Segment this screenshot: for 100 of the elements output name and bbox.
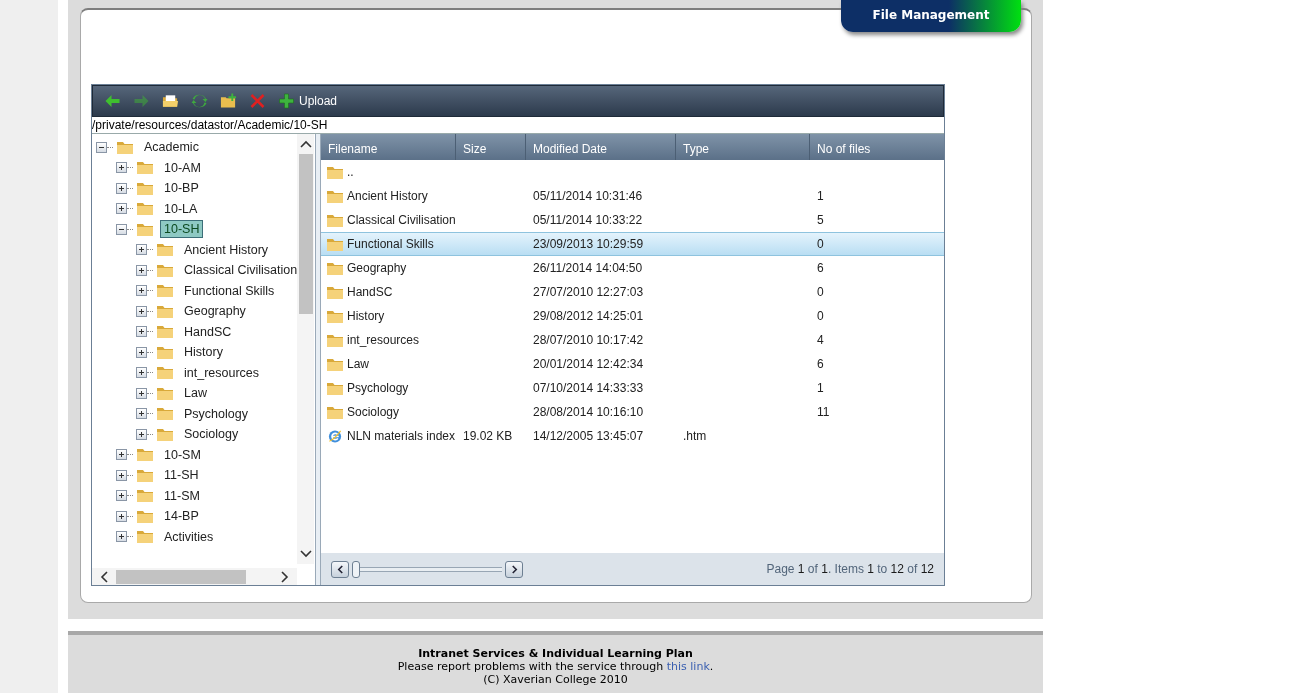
report-link[interactable]: this link bbox=[666, 660, 710, 673]
file-name: Ancient History bbox=[347, 189, 428, 203]
table-row[interactable]: int_resources 28/07/2010 10:17:42 4 bbox=[321, 328, 944, 352]
expander-icon[interactable] bbox=[136, 326, 147, 338]
expander-icon[interactable] bbox=[136, 244, 147, 256]
tree-item[interactable]: Sociology bbox=[180, 425, 243, 444]
table-row[interactable]: Law 20/01/2014 12:42:34 6 bbox=[321, 352, 944, 376]
table-cell: 6 bbox=[817, 357, 824, 371]
expander-icon[interactable] bbox=[136, 367, 147, 379]
file-name: Functional Skills bbox=[347, 237, 434, 251]
folder-icon bbox=[136, 529, 154, 545]
splitter-handle[interactable] bbox=[316, 134, 321, 585]
folder-icon bbox=[326, 188, 344, 204]
folder-icon bbox=[326, 380, 344, 396]
table-row[interactable]: History 29/08/2012 14:25:01 0 bbox=[321, 304, 944, 328]
expander-icon[interactable] bbox=[136, 428, 147, 440]
tree-item[interactable]: Law bbox=[180, 384, 211, 403]
tree-item[interactable]: History bbox=[180, 343, 227, 362]
tree-item[interactable]: Psychology bbox=[180, 404, 252, 423]
file-management-tab[interactable]: File Management bbox=[841, 0, 1021, 32]
column-header[interactable]: Type bbox=[676, 134, 810, 160]
tree-item[interactable]: 10-SM bbox=[160, 445, 205, 464]
upload-button[interactable]: Upload bbox=[273, 90, 343, 112]
expander-icon[interactable] bbox=[136, 285, 147, 297]
table-row[interactable]: Sociology 28/08/2014 10:16:10 11 bbox=[321, 400, 944, 424]
tree-item[interactable]: Functional Skills bbox=[180, 281, 279, 300]
tree-item[interactable]: 11-SH bbox=[160, 466, 203, 485]
expander-icon[interactable] bbox=[116, 531, 127, 543]
column-header[interactable]: Modified Date bbox=[526, 134, 676, 160]
table-row[interactable]: Ancient History 05/11/2014 10:31:46 1 bbox=[321, 184, 944, 208]
table-cell: 29/08/2012 14:25:01 bbox=[533, 309, 644, 323]
tree-item[interactable]: Geography bbox=[180, 302, 250, 321]
file-name: History bbox=[347, 309, 385, 323]
table-row[interactable]: Classical Civilisation 05/11/2014 10:33:22 5 bbox=[321, 208, 944, 232]
tree-item[interactable]: Academic bbox=[140, 138, 203, 157]
expander-icon[interactable] bbox=[116, 469, 127, 481]
folder-icon bbox=[156, 344, 174, 360]
table-cell: 0 bbox=[817, 309, 824, 323]
expander-icon[interactable] bbox=[116, 203, 127, 215]
folder-icon bbox=[136, 447, 154, 463]
table-cell: 6 bbox=[817, 261, 824, 275]
copyright-text: (C) Xaverian College 2010 bbox=[482, 673, 629, 686]
table-cell: 11 bbox=[817, 405, 830, 419]
table-row[interactable]: Functional Skills 23/09/2013 10:29:59 0 bbox=[321, 232, 944, 256]
tree-item[interactable]: Classical Civilisation bbox=[180, 261, 297, 280]
file-name: .. bbox=[347, 165, 354, 179]
expander-icon[interactable] bbox=[136, 264, 147, 276]
table-row[interactable]: NLN materials index 19.02 KB 14/12/2005 13:45:07 .htm bbox=[321, 424, 944, 448]
expander-icon[interactable] bbox=[136, 387, 147, 399]
tree-item[interactable]: Ancient History bbox=[180, 240, 273, 259]
table-cell: 28/08/2014 10:16:10 bbox=[533, 405, 644, 419]
table-row[interactable]: HandSC 27/07/2010 12:27:03 0 bbox=[321, 280, 944, 304]
table-cell: 5 bbox=[817, 213, 824, 227]
tree-item[interactable]: int_resources bbox=[180, 363, 264, 382]
tree-item[interactable]: 14-BP bbox=[160, 507, 203, 526]
tree-item[interactable]: 10-BP bbox=[160, 179, 203, 198]
expander-icon[interactable] bbox=[136, 305, 147, 317]
expander-icon[interactable] bbox=[136, 346, 147, 358]
folder-icon bbox=[156, 262, 174, 278]
file-name: Sociology bbox=[347, 405, 400, 419]
column-header[interactable]: Filename bbox=[321, 134, 456, 160]
caret-icon bbox=[336, 564, 344, 574]
next-page-button[interactable] bbox=[505, 560, 523, 578]
table-cell: 05/11/2014 10:33:22 bbox=[533, 213, 643, 227]
expander-icon[interactable] bbox=[116, 449, 127, 461]
tree-item[interactable]: Activities bbox=[160, 527, 218, 546]
table-cell: 4 bbox=[817, 333, 824, 347]
tree-item[interactable]: 10-AM bbox=[160, 158, 205, 177]
expander-icon[interactable] bbox=[116, 490, 127, 502]
table-cell: 27/07/2010 12:27:03 bbox=[533, 285, 644, 299]
folder-icon bbox=[136, 488, 154, 504]
folder-icon bbox=[136, 221, 154, 237]
refresh-icon bbox=[191, 93, 208, 109]
table-row[interactable]: .. bbox=[321, 160, 944, 184]
tree-item[interactable]: HandSC bbox=[180, 322, 236, 341]
table-row[interactable]: Psychology 07/10/2014 14:33:33 1 bbox=[321, 376, 944, 400]
table-cell: .htm bbox=[683, 429, 707, 443]
table-cell: 07/10/2014 14:33:33 bbox=[533, 381, 644, 395]
horizontal-scrollbar[interactable] bbox=[92, 568, 297, 585]
folder-icon bbox=[156, 242, 174, 258]
column-header[interactable]: No of files bbox=[810, 134, 944, 160]
expander-icon[interactable] bbox=[116, 223, 127, 235]
folder-icon bbox=[116, 139, 134, 155]
table-row[interactable]: Geography 26/11/2014 14:04:50 6 bbox=[321, 256, 944, 280]
file-name: Geography bbox=[347, 261, 407, 275]
vertical-scrollbar[interactable] bbox=[297, 134, 314, 564]
column-header[interactable]: Size bbox=[456, 134, 526, 160]
expander-icon[interactable] bbox=[116, 510, 127, 522]
tree-item[interactable]: 10-SH bbox=[160, 220, 204, 239]
previous-page-button[interactable] bbox=[331, 560, 349, 578]
table-cell: 0 bbox=[817, 285, 824, 299]
expander-icon[interactable] bbox=[136, 408, 147, 420]
path-field[interactable]: /private/resources/datastor/Academic/10-SH bbox=[92, 117, 944, 134]
expander-icon[interactable] bbox=[116, 182, 127, 194]
tree-item[interactable]: 10-LA bbox=[160, 199, 202, 218]
tree-item[interactable]: 11-SM bbox=[160, 486, 204, 505]
expander-icon[interactable] bbox=[116, 162, 127, 174]
folder-icon bbox=[326, 284, 344, 300]
page-summary: Page 1 of 1. Items 1 to 12 of 12 bbox=[766, 562, 934, 576]
expander-icon[interactable] bbox=[96, 141, 107, 153]
